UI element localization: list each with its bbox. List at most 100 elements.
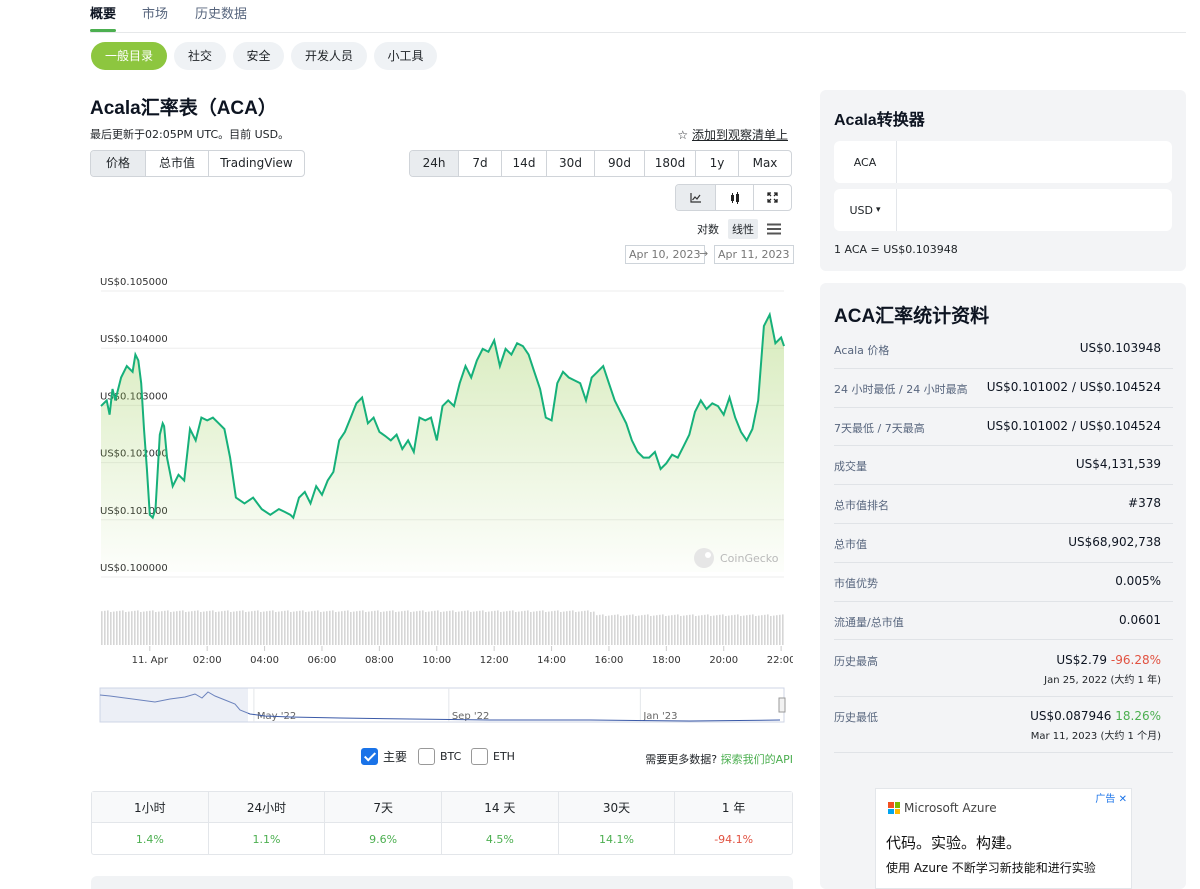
next-section: [91, 876, 793, 889]
volume-bar: [386, 611, 388, 645]
volume-bar: [767, 614, 769, 645]
volume-bar: [536, 611, 538, 645]
checkbox-primary[interactable]: [361, 748, 378, 765]
volume-bar: [740, 616, 742, 645]
tab-price[interactable]: 价格: [91, 151, 146, 176]
price-chart-svg: US$0.105000US$0.104000US$0.103000US$0.10…: [99, 277, 796, 723]
perf-header: 1 年: [675, 792, 792, 823]
volume-bar: [293, 611, 295, 645]
log-scale-button[interactable]: 对数: [697, 221, 719, 237]
legend-primary[interactable]: 主要: [361, 748, 407, 765]
volume-bar: [524, 610, 526, 645]
date-from-input[interactable]: Apr 10, 2023: [625, 245, 705, 264]
volume-bar: [428, 611, 430, 645]
volume-bar: [623, 615, 625, 645]
ad-banner[interactable]: 广告 ✕ Microsoft Azure 代码。实验。构建。 使用 Azure …: [875, 788, 1132, 889]
ad-badge[interactable]: 广告 ✕: [1095, 790, 1127, 805]
volume-bar: [446, 611, 448, 645]
volume-bar: [527, 610, 529, 645]
perf-value: 14.1%: [559, 823, 676, 855]
pill-developer[interactable]: 开发人员: [291, 42, 367, 70]
stat-value: US$0.103948: [1079, 341, 1161, 355]
linear-scale-button[interactable]: 线性: [728, 219, 758, 239]
date-range-arrow: →: [699, 247, 709, 260]
stat-label: 总市值: [834, 538, 867, 551]
tab-overview[interactable]: 概要: [90, 3, 117, 32]
checkbox-eth[interactable]: [471, 748, 488, 765]
pill-general[interactable]: 一般目录: [91, 42, 167, 70]
tab-historical-data[interactable]: 历史数据: [195, 3, 247, 22]
volume-bar: [443, 611, 445, 645]
volume-bar: [701, 615, 703, 645]
stat-label: 总市值排名: [834, 499, 889, 513]
pill-security[interactable]: 安全: [233, 42, 284, 70]
volume-bar: [362, 610, 364, 645]
add-watchlist-link[interactable]: ☆ 添加到观察清单上: [677, 126, 788, 143]
range-24h[interactable]: 24h: [410, 151, 459, 176]
price-area: [101, 314, 784, 572]
volume-bar: [668, 615, 670, 645]
volume-bar: [407, 610, 409, 645]
perf-value: 4.5%: [442, 823, 559, 855]
currency-aca: ACA: [834, 141, 897, 183]
volume-bar: [167, 610, 169, 645]
volume-bar: [197, 610, 199, 645]
x-axis-label: 12:00: [480, 655, 509, 666]
volume-bar: [356, 611, 358, 645]
aca-amount-input[interactable]: [897, 141, 1172, 183]
volume-bar: [653, 615, 655, 645]
volume-bar: [338, 611, 340, 645]
stat-row: 总市值 US$68,902,738: [834, 524, 1173, 563]
candlestick-button[interactable]: [716, 185, 754, 210]
stat-value: US$0.101002 / US$0.104524: [986, 379, 1161, 394]
volume-bar: [203, 611, 205, 645]
pill-social[interactable]: 社交: [174, 42, 226, 70]
currency-usd-select[interactable]: USD ▾: [834, 189, 897, 231]
range-30d[interactable]: 30d: [547, 151, 595, 176]
volume-bar: [152, 610, 154, 645]
legend-btc[interactable]: BTC: [418, 748, 461, 765]
tab-markets[interactable]: 市场: [142, 3, 168, 22]
perf-header: 7天: [325, 792, 442, 823]
api-link[interactable]: 探索我们的API: [721, 753, 793, 766]
line-chart-button[interactable]: [676, 185, 716, 210]
volume-bar: [413, 611, 415, 645]
volume-bar: [599, 614, 601, 645]
price-chart[interactable]: US$0.105000US$0.104000US$0.103000US$0.10…: [90, 270, 796, 730]
volume-bar: [512, 610, 514, 645]
volume-bar: [311, 611, 313, 645]
stat-row: 市值优势 0.005%: [834, 563, 1173, 602]
volume-bar: [584, 610, 586, 645]
range-90d[interactable]: 90d: [595, 151, 645, 176]
perf-value: -94.1%: [714, 832, 754, 846]
volume-bar: [149, 610, 151, 645]
tab-market-cap[interactable]: 总市值: [146, 151, 209, 176]
range-180d[interactable]: 180d: [645, 151, 696, 176]
volume-bar: [158, 611, 160, 645]
volume-bar: [749, 614, 751, 645]
range-14d[interactable]: 14d: [502, 151, 547, 176]
volume-bar: [485, 612, 487, 645]
range-max[interactable]: Max: [739, 151, 791, 176]
legend-eth[interactable]: ETH: [471, 748, 515, 765]
stat-row: 24 小时最低 / 24 小时最高 US$0.101002 / US$0.1045…: [834, 369, 1173, 408]
volume-bar: [683, 615, 685, 645]
fullscreen-button[interactable]: [754, 185, 791, 210]
volume-bar: [383, 611, 385, 645]
volume-bar: [164, 610, 166, 645]
volume-bar: [644, 614, 646, 645]
volume-bar: [542, 610, 544, 645]
x-axis-label: 16:00: [595, 655, 624, 666]
volume-bar: [395, 612, 397, 645]
range-1y[interactable]: 1y: [696, 151, 739, 176]
volume-bar: [245, 612, 247, 645]
pill-widgets[interactable]: 小工具: [374, 42, 437, 70]
chart-menu-button[interactable]: [767, 223, 781, 238]
range-7d[interactable]: 7d: [459, 151, 502, 176]
volume-bar: [182, 610, 184, 645]
usd-amount-input[interactable]: [897, 189, 1172, 231]
date-to-input[interactable]: Apr 11, 2023: [714, 245, 794, 264]
checkbox-btc[interactable]: [418, 748, 435, 765]
tab-tradingview[interactable]: TradingView: [209, 151, 304, 176]
volume-bar: [146, 611, 148, 645]
